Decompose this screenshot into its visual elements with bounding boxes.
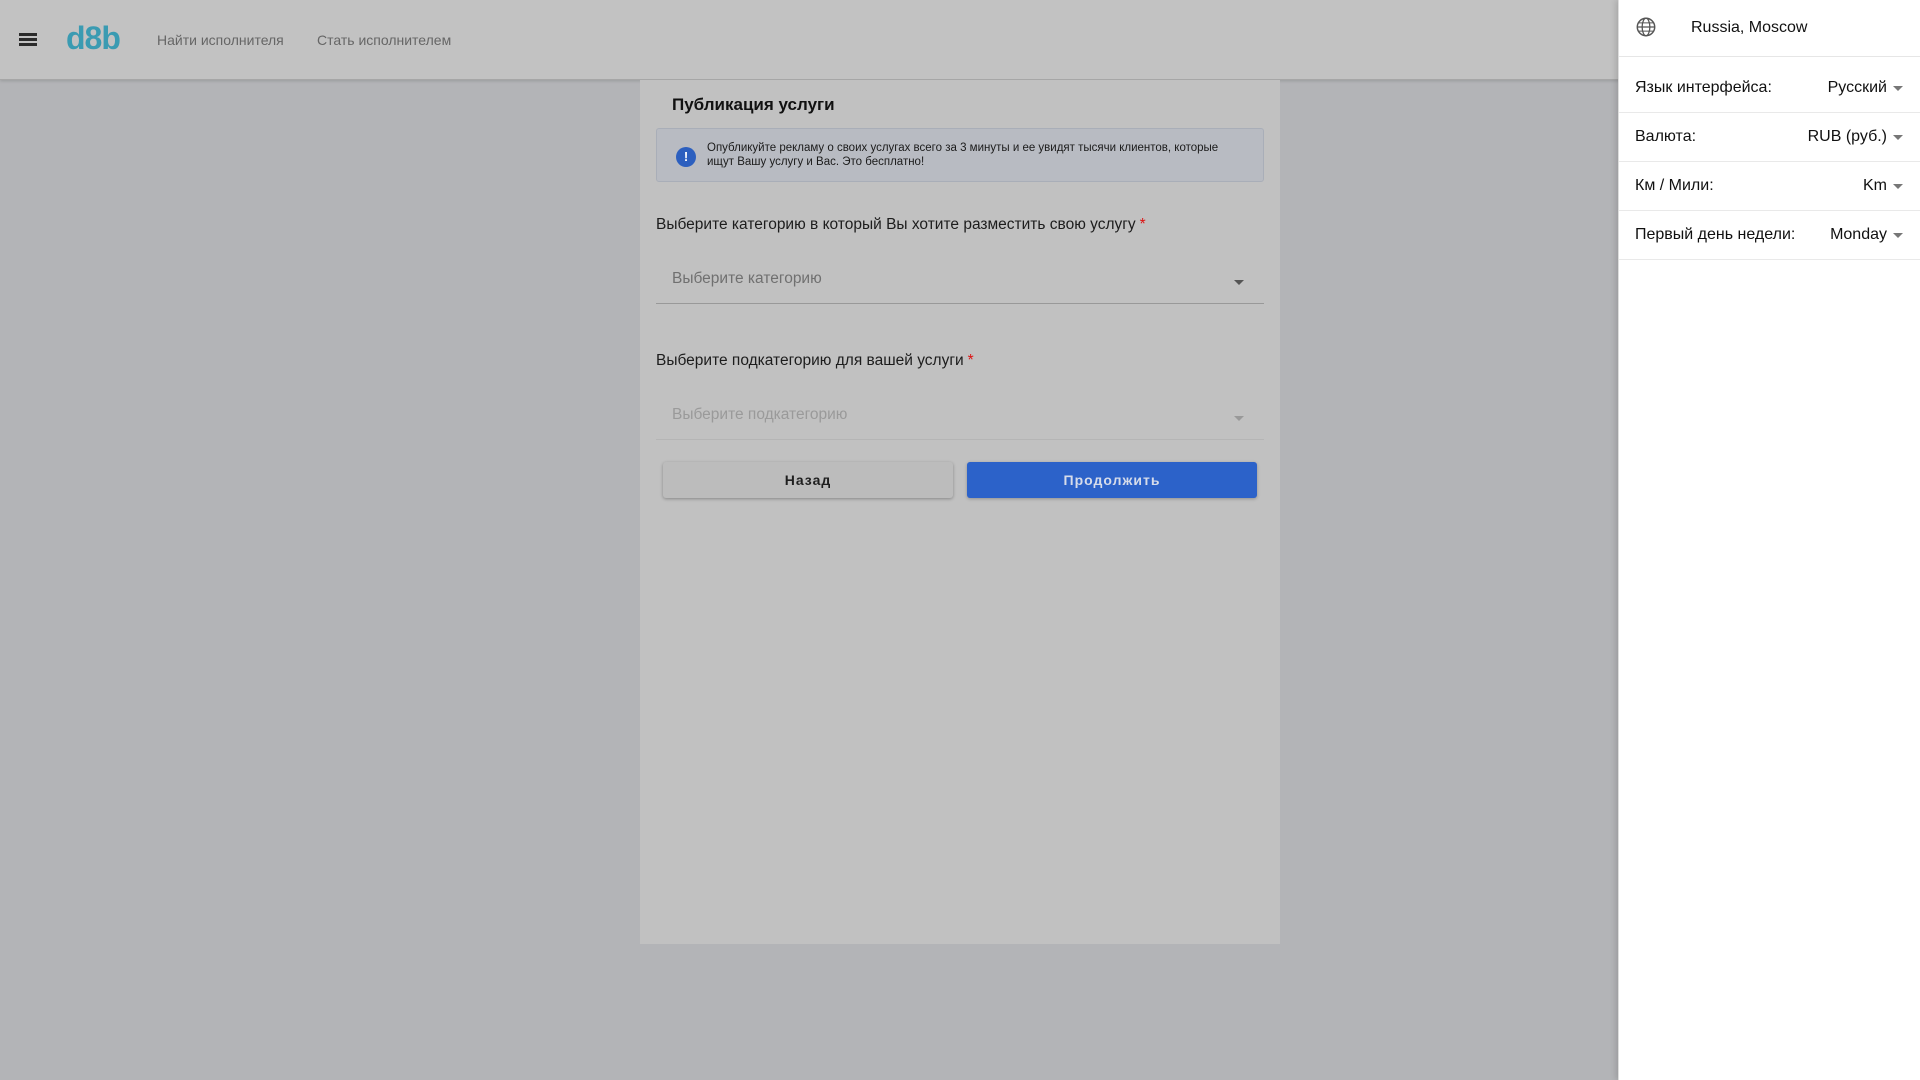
- info-alert-text: Опубликуйте рекламу о своих услугах всег…: [707, 142, 1219, 168]
- info-icon: !: [676, 147, 696, 167]
- setting-row-first-day: Первый день недели: Monday: [1619, 211, 1920, 260]
- nav-link-find-performer[interactable]: Найти исполнителя: [157, 32, 284, 48]
- units-select[interactable]: Km: [1863, 177, 1887, 195]
- setting-row-currency: Валюта: RUB (руб.): [1619, 113, 1920, 162]
- settings-drawer: Russia, Moscow Язык интерфейса: Русский …: [1618, 0, 1920, 1080]
- category-placeholder: Выберите категорию: [672, 270, 822, 287]
- nav-link-become-performer[interactable]: Стать исполнителем: [317, 32, 451, 48]
- chevron-down-icon[interactable]: [1893, 233, 1903, 238]
- info-alert: ! Опубликуйте рекламу о своих услугах вс…: [656, 128, 1264, 182]
- publish-service-card: Публикация услуги ! Опубликуйте рекламу …: [640, 80, 1280, 944]
- setting-label: Валюта:: [1635, 128, 1697, 145]
- required-mark: *: [967, 352, 974, 369]
- setting-label: Км / Мили:: [1635, 177, 1714, 194]
- chevron-down-icon: [1234, 280, 1244, 285]
- chevron-down-icon: [1234, 416, 1244, 421]
- subcategory-select[interactable]: Выберите подкатегорию: [656, 392, 1264, 440]
- currency-select[interactable]: RUB (руб.): [1808, 128, 1887, 146]
- chevron-down-icon[interactable]: [1893, 135, 1903, 140]
- subcategory-label-text: Выберите подкатегорию для вашей услуги: [656, 352, 964, 369]
- setting-row-language: Язык интерфейса: Русский: [1619, 64, 1920, 113]
- subcategory-label: Выберите подкатегорию для вашей услуги *: [656, 352, 974, 370]
- back-button[interactable]: Назад: [663, 462, 953, 498]
- location-text: Russia, Moscow: [1691, 19, 1808, 36]
- location-selector[interactable]: Russia, Moscow: [1619, 0, 1920, 57]
- globe-icon: [1636, 17, 1656, 37]
- chevron-down-icon[interactable]: [1893, 86, 1903, 91]
- subcategory-placeholder: Выберите подкатегорию: [672, 406, 848, 423]
- setting-row-units: Км / Мили: Km: [1619, 162, 1920, 211]
- page-title: Публикация услуги: [672, 95, 835, 114]
- required-mark: *: [1139, 216, 1146, 233]
- language-select[interactable]: Русский: [1828, 79, 1887, 97]
- setting-label: Язык интерфейса:: [1635, 79, 1772, 96]
- category-select[interactable]: Выберите категорию: [656, 256, 1264, 304]
- logo[interactable]: d8b: [66, 20, 121, 57]
- setting-label: Первый день недели:: [1635, 226, 1796, 243]
- continue-button[interactable]: Продолжить: [967, 462, 1257, 498]
- menu-icon[interactable]: [15, 28, 39, 52]
- category-label: Выберите категорию в который Вы хотите р…: [656, 216, 1146, 234]
- chevron-down-icon[interactable]: [1893, 184, 1903, 189]
- first-day-select[interactable]: Monday: [1830, 226, 1887, 244]
- category-label-text: Выберите категорию в который Вы хотите р…: [656, 216, 1136, 233]
